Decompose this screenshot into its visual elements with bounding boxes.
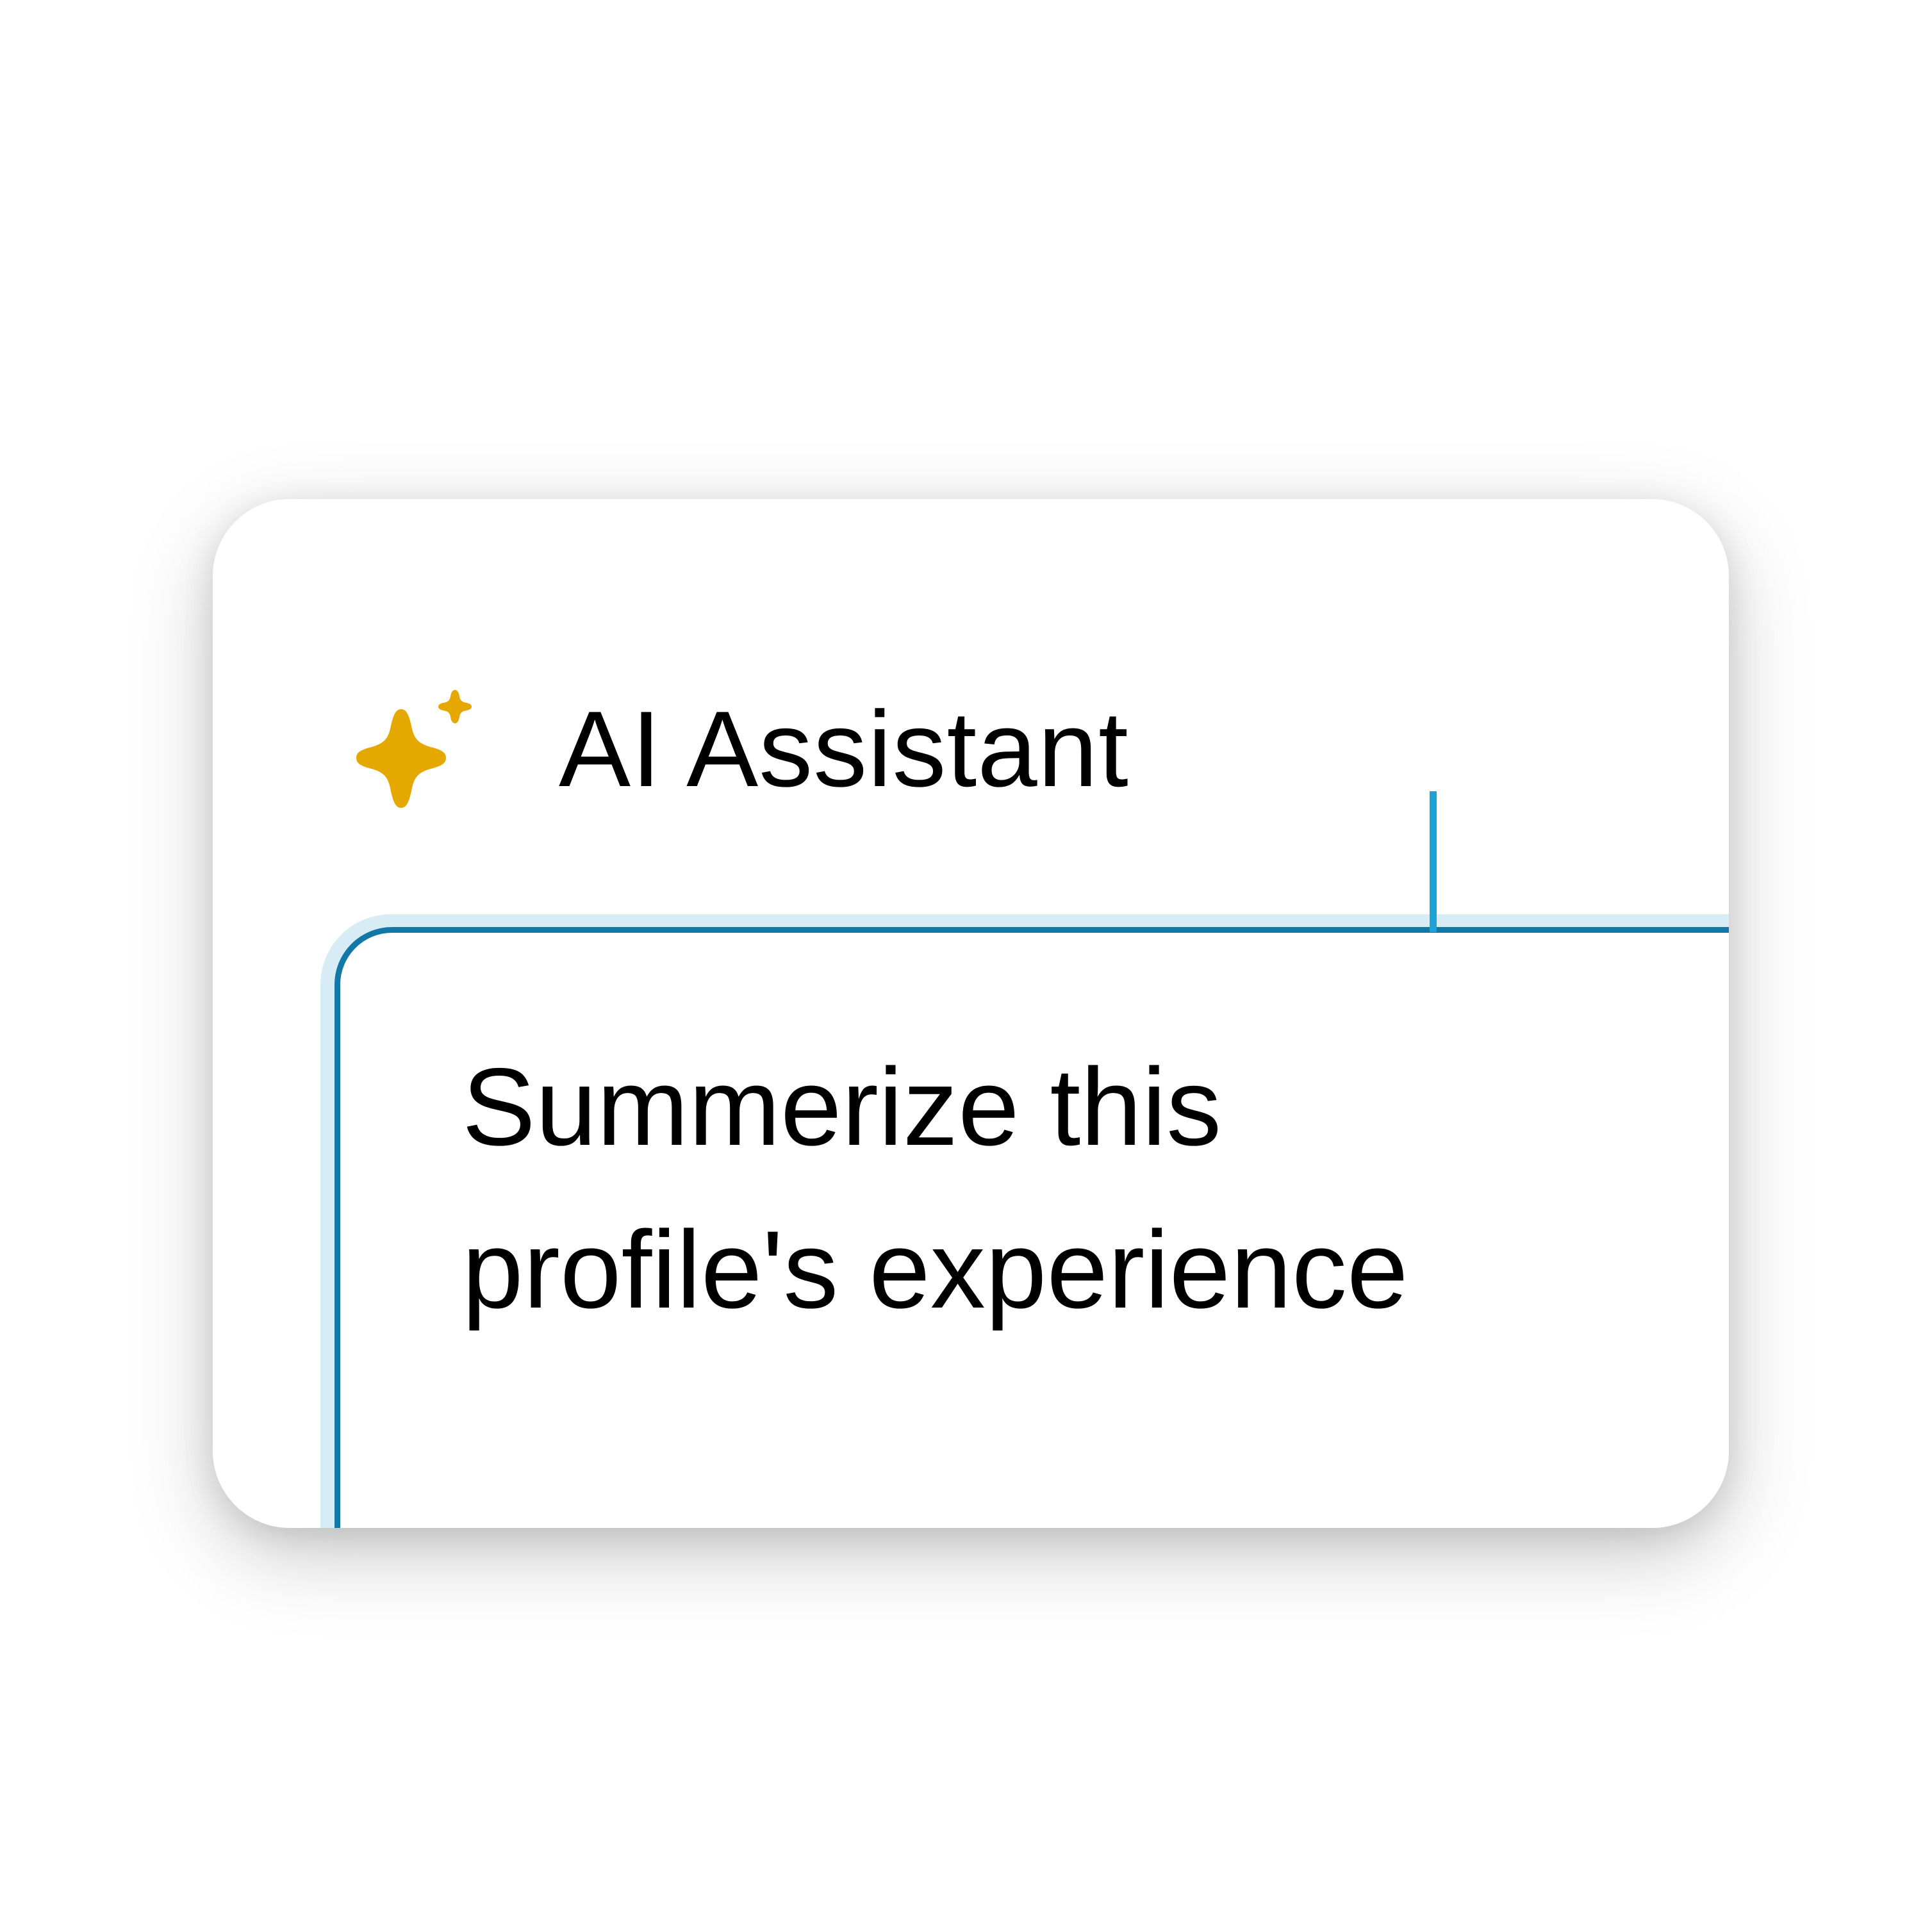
text-caret — [1430, 791, 1437, 932]
prompt-input[interactable]: Summerize this profile's experience — [334, 927, 1729, 1528]
prompt-input-line-2: profile's experience — [462, 1208, 1408, 1331]
assistant-header: AI Assistant — [213, 499, 1729, 809]
sparkle-icon — [356, 690, 472, 808]
prompt-input-line-1: Summerize this — [462, 1046, 1222, 1169]
ai-assistant-card: AI Assistant Summerize this profile's ex… — [213, 499, 1729, 1528]
prompt-input-value[interactable]: Summerize this profile's experience — [462, 1026, 1551, 1351]
assistant-title: AI Assistant — [559, 689, 1129, 809]
prompt-input-container[interactable]: Summerize this profile's experience — [320, 914, 1729, 1528]
background: AI Assistant Summerize this profile's ex… — [0, 0, 1932, 1929]
